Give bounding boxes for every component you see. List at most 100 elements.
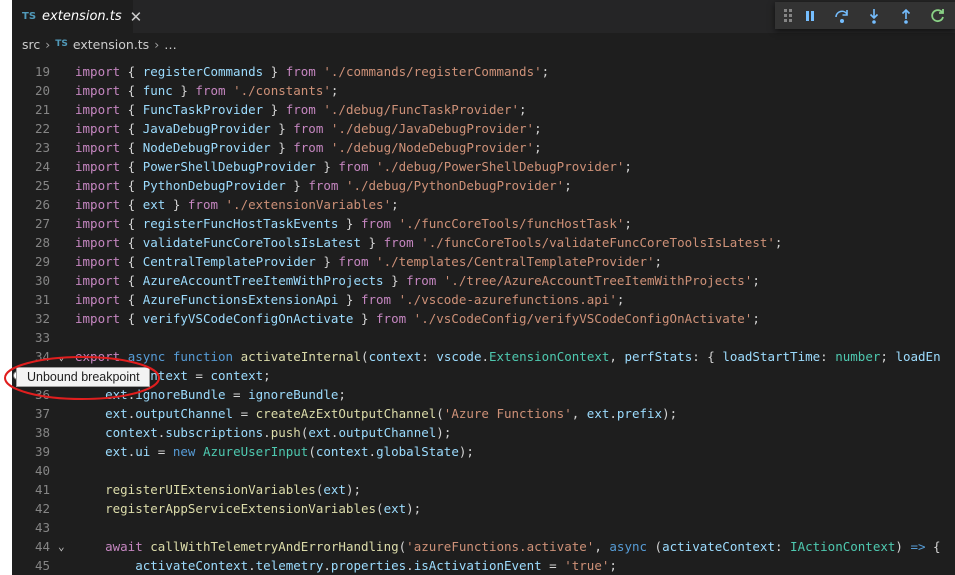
code-text: ext.ignoreBundle = ignoreBundle; [105, 387, 346, 402]
line-number[interactable]: 45 [12, 556, 50, 575]
breadcrumb-folder[interactable]: src [22, 37, 40, 52]
code-text: import { AzureAccountTreeItemWithProject… [75, 273, 760, 288]
code-line[interactable]: 40 [12, 461, 955, 480]
line-number[interactable]: 43 [12, 518, 50, 537]
code-line[interactable]: 37 ext.outputChannel = createAzExtOutput… [12, 404, 955, 423]
tab-extension-ts[interactable]: TS extension.ts ✕ [12, 0, 142, 33]
fold-chevron-icon[interactable]: ⌄ [58, 347, 65, 366]
line-number[interactable]: 40 [12, 461, 50, 480]
line-number[interactable]: 41 [12, 480, 50, 499]
breadcrumb-more[interactable]: … [164, 37, 177, 52]
code-text: import { ext } from './extensionVariable… [75, 197, 399, 212]
code-text: registerUIExtensionVariables(ext); [105, 482, 361, 497]
line-number[interactable]: 20 [12, 81, 50, 100]
line-number[interactable]: 28 [12, 233, 50, 252]
code-line[interactable]: 21 import { FuncTaskProvider } from './de… [12, 100, 955, 119]
line-number[interactable]: 32 [12, 309, 50, 328]
code-line[interactable]: 38 context.subscriptions.push(ext.output… [12, 423, 955, 442]
code-line[interactable]: 34 ⌄ export async function activateInterna… [12, 347, 955, 366]
step-out-button[interactable] [890, 2, 922, 29]
code-line[interactable]: 32 import { verifyVSCodeConfigOnActivate … [12, 309, 955, 328]
typescript-file-icon: TS [55, 39, 68, 49]
code-text: import { PythonDebugProvider } from './d… [75, 178, 572, 193]
breakpoint-tooltip: Unbound breakpoint [16, 367, 150, 387]
restart-button[interactable] [922, 2, 954, 29]
code-line[interactable]: 26 import { ext } from './extensionVariab… [12, 195, 955, 214]
code-line[interactable]: 28 import { validateFuncCoreToolsIsLatest… [12, 233, 955, 252]
code-line[interactable]: 27 import { registerFuncHostTaskEvents } … [12, 214, 955, 233]
code-line[interactable]: 35 ext.context = context; [12, 366, 955, 385]
code-line[interactable]: 30 import { AzureAccountTreeItemWithProje… [12, 271, 955, 290]
line-number[interactable]: 33 [12, 328, 50, 347]
line-number[interactable]: 29 [12, 252, 50, 271]
close-icon[interactable]: ✕ [130, 8, 143, 26]
line-number[interactable]: 31 [12, 290, 50, 309]
code-line[interactable]: 43 [12, 518, 955, 537]
typescript-file-icon: TS [22, 11, 37, 22]
code-line[interactable]: 29 import { CentralTemplateProvider } fro… [12, 252, 955, 271]
line-number[interactable]: 30 [12, 271, 50, 290]
code-text: import { validateFuncCoreToolsIsLatest }… [75, 235, 783, 250]
code-line[interactable]: 42 registerAppServiceExtensionVariables(… [12, 499, 955, 518]
line-number[interactable]: 24 [12, 157, 50, 176]
pause-icon [806, 10, 814, 21]
code-text: import { NodeDebugProvider } from './deb… [75, 140, 542, 155]
line-number[interactable]: 27 [12, 214, 50, 233]
code-line[interactable]: 39 ext.ui = new AzureUserInput(context.g… [12, 442, 955, 461]
code-line[interactable]: 41 registerUIExtensionVariables(ext); [12, 480, 955, 499]
step-into-button[interactable] [858, 2, 890, 29]
code-line[interactable]: 22 import { JavaDebugProvider } from './d… [12, 119, 955, 138]
code-text: context.subscriptions.push(ext.outputCha… [105, 425, 452, 440]
line-number[interactable]: 26 [12, 195, 50, 214]
pause-button[interactable] [794, 2, 826, 29]
code-editor[interactable]: TS extension.ts ✕ src › TS extension.ts … [12, 0, 955, 575]
code-line[interactable]: 24 import { PowerShellDebugProvider } fro… [12, 157, 955, 176]
code-line[interactable]: 44 ⌄ await callWithTelemetryAndErrorHandl… [12, 537, 955, 556]
code-text: activateContext.telemetry.properties.isA… [135, 558, 617, 573]
code-line[interactable]: 36 ext.ignoreBundle = ignoreBundle; [12, 385, 955, 404]
code-text: import { CentralTemplateProvider } from … [75, 254, 663, 269]
line-number[interactable]: 37 [12, 404, 50, 423]
breadcrumb: src › TS extension.ts › … [12, 33, 955, 55]
window-left-edge [0, 0, 12, 575]
line-number[interactable]: 25 [12, 176, 50, 195]
chevron-right-icon: › [45, 36, 51, 52]
debug-toolbar [775, 2, 955, 29]
line-number[interactable]: 44 [12, 537, 50, 556]
chevron-right-icon: › [154, 36, 160, 52]
code-line[interactable]: 45 activateContext.telemetry.properties.… [12, 556, 955, 575]
line-number[interactable]: 36 [12, 385, 50, 404]
step-out-icon [901, 8, 911, 24]
code-text: import { JavaDebugProvider } from './deb… [75, 121, 542, 136]
drag-handle-icon[interactable] [784, 9, 794, 22]
code-text: import { registerCommands } from './comm… [75, 64, 550, 79]
step-over-button[interactable] [826, 2, 858, 29]
code-text: export async function activateInternal(c… [75, 349, 941, 364]
code-text: import { AzureFunctionsExtensionApi } fr… [75, 292, 625, 307]
code-line[interactable]: 25 import { PythonDebugProvider } from '.… [12, 176, 955, 195]
line-number[interactable]: 38 [12, 423, 50, 442]
step-over-icon [835, 9, 848, 23]
code-text: registerAppServiceExtensionVariables(ext… [105, 501, 422, 516]
code-line[interactable]: 23 import { NodeDebugProvider } from './d… [12, 138, 955, 157]
breadcrumb-file[interactable]: extension.ts [73, 37, 149, 52]
line-number[interactable]: 21 [12, 100, 50, 119]
line-number[interactable]: 34 [12, 347, 50, 366]
code-text: import { registerFuncHostTaskEvents } fr… [75, 216, 632, 231]
code-text: ext.ui = new AzureUserInput(context.glob… [105, 444, 474, 459]
code-line[interactable]: 33 [12, 328, 955, 347]
restart-icon [931, 8, 944, 22]
code-text: await callWithTelemetryAndErrorHandling(… [105, 539, 941, 554]
code-line[interactable]: 20 import { func } from './constants'; [12, 81, 955, 100]
tab-title: extension.ts [42, 9, 122, 24]
line-number[interactable]: 39 [12, 442, 50, 461]
line-number[interactable]: 42 [12, 499, 50, 518]
line-number[interactable]: 23 [12, 138, 50, 157]
line-number[interactable]: 19 [12, 62, 50, 81]
step-into-icon [869, 8, 879, 24]
line-number[interactable]: 22 [12, 119, 50, 138]
code-text: ext.outputChannel = createAzExtOutputCha… [105, 406, 678, 421]
code-line[interactable]: 19 import { registerCommands } from './co… [12, 62, 955, 81]
fold-chevron-icon[interactable]: ⌄ [58, 537, 65, 556]
code-line[interactable]: 31 import { AzureFunctionsExtensionApi } … [12, 290, 955, 309]
